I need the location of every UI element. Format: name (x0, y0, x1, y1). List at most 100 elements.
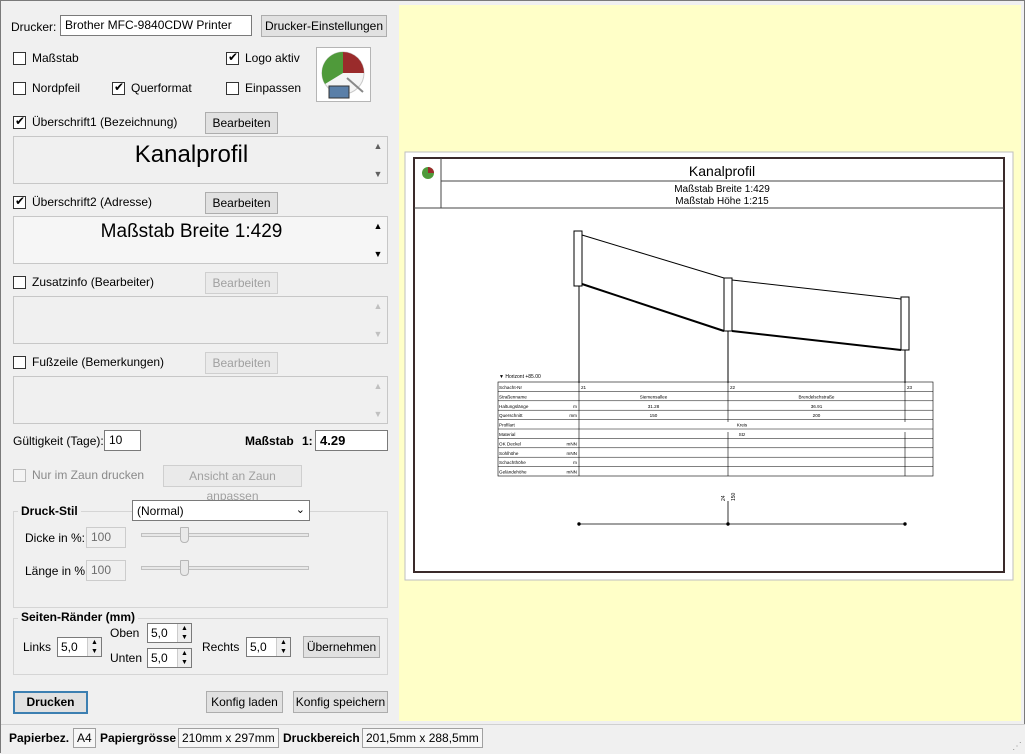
margin-right-spinner[interactable]: 5,0 ▲ ▼ (246, 637, 291, 657)
spin-up-icon[interactable]: ▲ (88, 638, 101, 647)
table-row-unit: mNN (567, 451, 577, 456)
heading1-textbox[interactable]: Kanalprofil ▲ ▼ (13, 136, 388, 184)
schacht-number: 21 (581, 385, 587, 390)
spin-up-icon[interactable]: ▲ (277, 638, 290, 647)
section-length: 36.91 (811, 404, 823, 409)
table-row-label: Sohlhöhe (499, 451, 519, 456)
heading2-text: Maßstab Breite 1:429 (100, 221, 283, 242)
fusszeile-edit-button[interactable]: Bearbeiten (205, 352, 278, 374)
margin-left-value: 5,0 (61, 640, 78, 654)
heading2-scrollbar[interactable]: ▲ ▼ (371, 219, 385, 261)
logo-image[interactable] (316, 47, 371, 102)
margin-right-label: Rechts (202, 640, 240, 654)
table-row-label: Geländehöhe (499, 470, 527, 475)
scroll-down-icon[interactable]: ▼ (371, 407, 385, 421)
resize-grip-icon[interactable]: ⋰ (1012, 741, 1022, 752)
heading2-edit-button[interactable]: Bearbeiten (205, 192, 278, 214)
print-button[interactable]: Drucken (13, 691, 88, 714)
margin-bottom-spinner[interactable]: 5,0 ▲ ▼ (147, 648, 192, 668)
apply-margins-button[interactable]: Übernehmen (303, 636, 380, 658)
spin-up-icon[interactable]: ▲ (178, 624, 191, 633)
thickness-field[interactable]: 100 (86, 527, 126, 548)
thickness-slider-track[interactable] (141, 533, 309, 537)
cross-section: 150 (650, 413, 658, 418)
fence-only-label: Nur im Zaun drucken (32, 468, 145, 482)
validity-field[interactable]: 10 (104, 430, 141, 451)
spinner-arrows: ▲ ▼ (87, 638, 101, 656)
print-style-selected: (Normal) (137, 504, 184, 518)
margins-title: Seiten-Ränder (mm) (18, 610, 139, 624)
scale-label: Maßstab (245, 434, 294, 448)
street-name: Brendelschstraße (798, 394, 834, 399)
spin-down-icon[interactable]: ▼ (178, 633, 191, 642)
table-row-unit: m (573, 404, 577, 409)
spin-down-icon[interactable]: ▼ (178, 658, 191, 667)
spin-down-icon[interactable]: ▼ (277, 647, 290, 656)
table-row-label: Profilart (499, 423, 516, 428)
spinner-arrows: ▲ ▼ (177, 624, 191, 642)
table-row-label: Material (499, 432, 515, 437)
length-label: Länge in %: (25, 564, 89, 578)
spin-up-icon[interactable]: ▲ (178, 649, 191, 658)
print-style-select[interactable]: (Normal) ⌄ (132, 500, 310, 521)
save-config-button[interactable]: Konfig speichern (293, 691, 388, 713)
querformat-checkbox[interactable] (112, 80, 125, 95)
load-config-button[interactable]: Konfig laden (206, 691, 283, 713)
profile-type: Kreis (737, 423, 748, 428)
table-row-label: OK Deckel (499, 441, 521, 446)
printer-field[interactable]: Brother MFC-9840CDW Printer (60, 15, 252, 36)
scale-field[interactable]: 4.29 (315, 430, 388, 451)
zusatzinfo-textbox[interactable]: ▲ ▼ (13, 296, 388, 344)
print-area-value: 201,5mm x 288,5mm (362, 728, 483, 748)
thickness-slider-thumb[interactable] (180, 527, 189, 543)
spin-down-icon[interactable]: ▼ (88, 647, 101, 656)
logo-checkbox[interactable] (226, 50, 239, 65)
zusatzinfo-label: Zusatzinfo (Bearbeiter) (32, 275, 155, 289)
zusatzinfo-scrollbar[interactable]: ▲ ▼ (371, 299, 385, 341)
dimension-label-2: 150 (731, 492, 737, 501)
fusszeile-textbox[interactable]: ▲ ▼ (13, 376, 388, 424)
heading2-textbox[interactable]: Maßstab Breite 1:429 ▲ ▼ (13, 216, 388, 264)
scroll-down-icon[interactable]: ▼ (371, 247, 385, 261)
massstab-checkbox[interactable] (13, 52, 26, 65)
length-field[interactable]: 100 (86, 560, 126, 581)
zusatzinfo-edit-button[interactable]: Bearbeiten (205, 272, 278, 294)
einpassen-label: Einpassen (245, 81, 302, 95)
preview-title: Kanalprofil (689, 163, 755, 179)
scroll-up-icon[interactable]: ▲ (371, 299, 385, 313)
length-slider-thumb[interactable] (180, 560, 189, 576)
schacht-number: 23 (907, 385, 913, 390)
heading1-checkbox[interactable] (13, 114, 26, 129)
scroll-down-icon[interactable]: ▼ (371, 167, 385, 181)
einpassen-checkbox[interactable] (226, 82, 239, 95)
zusatzinfo-checkbox[interactable] (13, 276, 26, 289)
scroll-up-icon[interactable]: ▲ (371, 139, 385, 153)
table-row-unit: mm (569, 413, 577, 418)
heading1-edit-button[interactable]: Bearbeiten (205, 112, 278, 134)
margin-bottom-label: Unten (110, 651, 143, 665)
scroll-up-icon[interactable]: ▲ (371, 219, 385, 233)
fit-to-fence-button[interactable]: Ansicht an Zaun anpassen (163, 465, 302, 503)
scroll-up-icon[interactable]: ▲ (371, 379, 385, 393)
spinner-arrows: ▲ ▼ (177, 649, 191, 667)
margin-bottom-value: 5,0 (151, 651, 168, 665)
heading2-checkbox[interactable] (13, 194, 26, 209)
table-row-unit: m (573, 460, 577, 465)
dimension-label-1: 24 (721, 495, 727, 501)
margin-left-spinner[interactable]: 5,0 ▲ ▼ (57, 637, 102, 657)
fence-only-checkbox[interactable] (13, 469, 26, 482)
margin-right-value: 5,0 (250, 640, 267, 654)
printer-label: Drucker: (11, 20, 57, 34)
margin-top-spinner[interactable]: 5,0 ▲ ▼ (147, 623, 192, 643)
fusszeile-checkbox[interactable] (13, 356, 26, 369)
margin-left-label: Links (23, 640, 52, 654)
heading1-scrollbar[interactable]: ▲ ▼ (371, 139, 385, 181)
length-slider-track[interactable] (141, 566, 309, 570)
fusszeile-scrollbar[interactable]: ▲ ▼ (371, 379, 385, 421)
scroll-down-icon[interactable]: ▼ (371, 327, 385, 341)
nordpfeil-checkbox[interactable] (13, 82, 26, 95)
printer-settings-button[interactable]: Drucker-Einstellungen (261, 15, 387, 37)
status-bar: Papierbez. A4 Papiergrösse 210mm x 297mm… (1, 724, 1025, 754)
page-preview[interactable]: Kanalprofil Maßstab Breite 1:429 Maßstab… (399, 5, 1021, 721)
paper-size-value: 210mm x 297mm (178, 728, 279, 748)
